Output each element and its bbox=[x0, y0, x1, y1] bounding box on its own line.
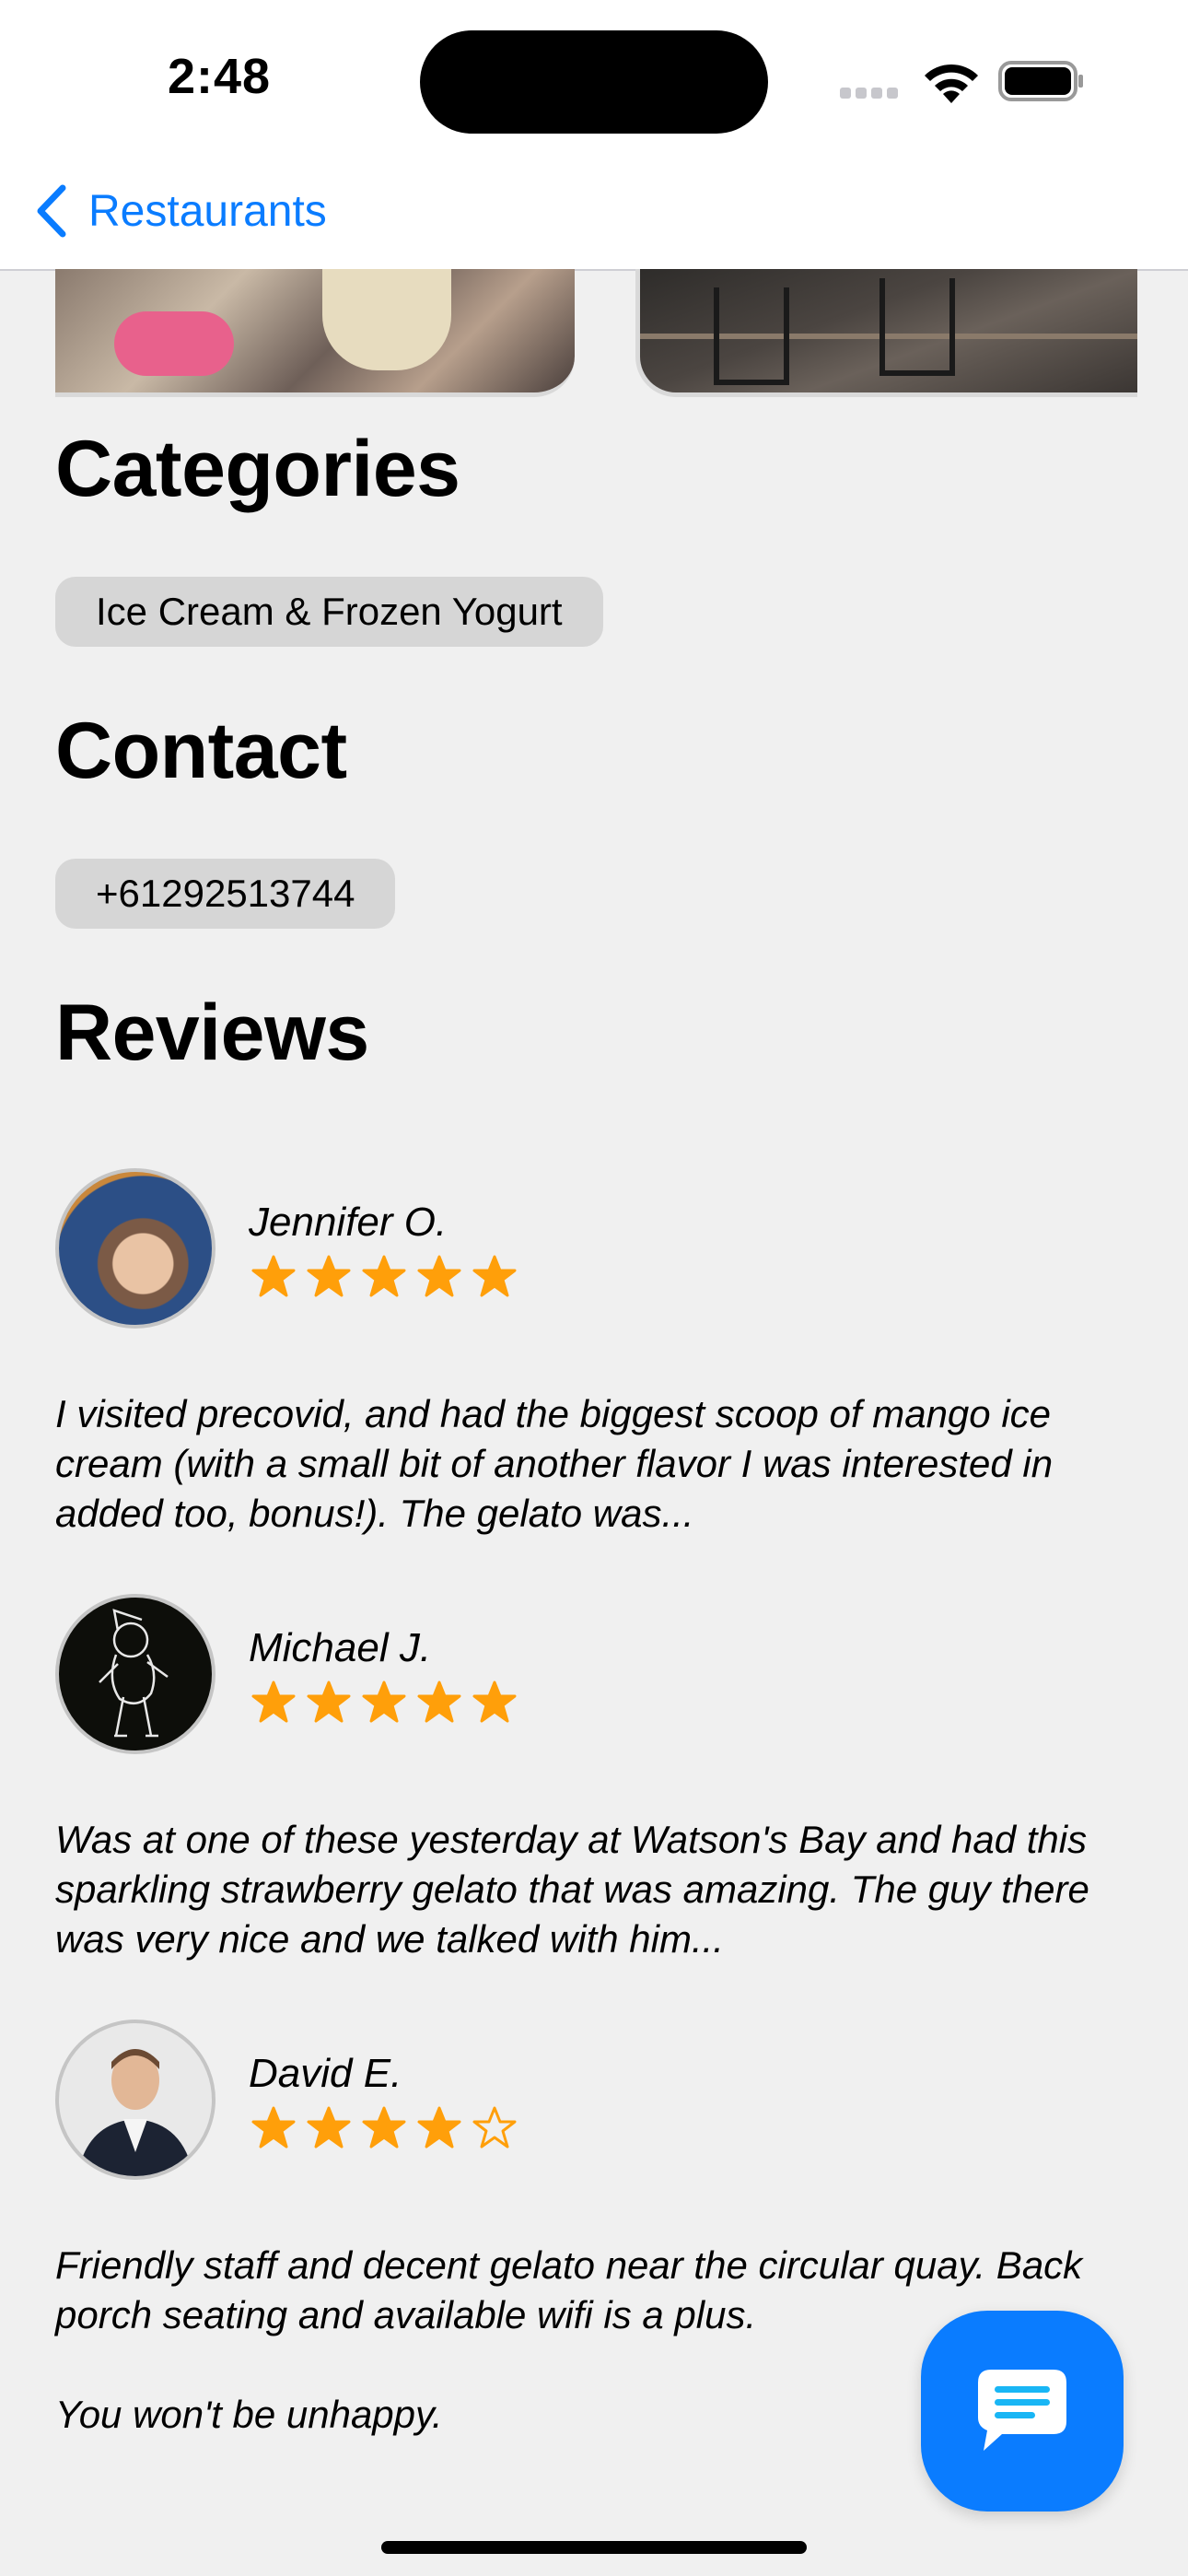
review-paragraph: Was at one of these yesterday at Watson'… bbox=[55, 1818, 1089, 1961]
navigation-bar: Restaurants bbox=[0, 157, 1188, 271]
review-paragraph: I visited precovid, and had the biggest … bbox=[55, 1392, 1054, 1535]
star-filled-icon bbox=[417, 2106, 461, 2149]
star-filled-icon bbox=[362, 1255, 406, 1297]
back-button[interactable]: Restaurants bbox=[33, 179, 327, 243]
star-filled-icon bbox=[417, 1255, 461, 1297]
star-empty-icon bbox=[472, 2106, 517, 2149]
contact-heading: Contact bbox=[55, 707, 347, 795]
star-filled-icon bbox=[251, 1255, 296, 1297]
reviewer-name: Jennifer O. bbox=[249, 1200, 448, 1245]
avatar bbox=[55, 1594, 215, 1754]
reviewer-name: Michael J. bbox=[249, 1625, 432, 1670]
cellular-signal-icon bbox=[840, 87, 904, 100]
star-filled-icon bbox=[417, 1680, 461, 1723]
star-filled-icon bbox=[307, 2106, 351, 2149]
battery-icon bbox=[998, 61, 1083, 101]
star-filled-icon bbox=[307, 1255, 351, 1297]
avatar-drawing bbox=[77, 2049, 193, 2176]
review-text: Was at one of these yesterday at Watson'… bbox=[55, 1815, 1142, 2014]
star-filled-icon bbox=[472, 1255, 517, 1297]
reviewer-name: David E. bbox=[249, 2051, 402, 2096]
star-filled-icon bbox=[472, 1680, 517, 1723]
chat-bubble-icon bbox=[978, 2370, 1066, 2451]
categories-heading: Categories bbox=[55, 425, 460, 513]
restaurant-photo[interactable] bbox=[55, 269, 575, 397]
photo-detail bbox=[114, 311, 234, 376]
dynamic-island bbox=[420, 30, 768, 134]
avatar bbox=[55, 2020, 215, 2180]
photo-detail bbox=[322, 269, 451, 370]
star-filled-icon bbox=[251, 1680, 296, 1723]
photo-detail bbox=[714, 287, 789, 385]
star-rating bbox=[250, 1679, 527, 1730]
restaurant-photo[interactable] bbox=[635, 269, 1137, 397]
photo-detail bbox=[879, 278, 955, 376]
reviews-heading: Reviews bbox=[55, 989, 369, 1077]
star-rating bbox=[250, 1253, 527, 1305]
chevron-left-icon bbox=[37, 184, 66, 238]
wifi-icon bbox=[925, 64, 978, 103]
status-time: 2:48 bbox=[168, 49, 272, 104]
category-chip[interactable]: Ice Cream & Frozen Yogurt bbox=[55, 577, 603, 647]
chat-button[interactable] bbox=[921, 2311, 1124, 2512]
star-filled-icon bbox=[362, 2106, 406, 2149]
star-rating bbox=[250, 2104, 527, 2156]
star-filled-icon bbox=[362, 1680, 406, 1723]
avatar bbox=[55, 1168, 215, 1329]
review-text: I visited precovid, and had the biggest … bbox=[55, 1389, 1142, 1588]
status-bar: 2:48 bbox=[0, 0, 1188, 157]
home-indicator bbox=[381, 2541, 807, 2554]
back-button-label: Restaurants bbox=[88, 186, 327, 236]
avatar-drawing bbox=[99, 1609, 169, 1738]
star-filled-icon bbox=[307, 1680, 351, 1723]
phone-chip[interactable]: +61292513744 bbox=[55, 859, 396, 929]
star-filled-icon bbox=[251, 2106, 296, 2149]
